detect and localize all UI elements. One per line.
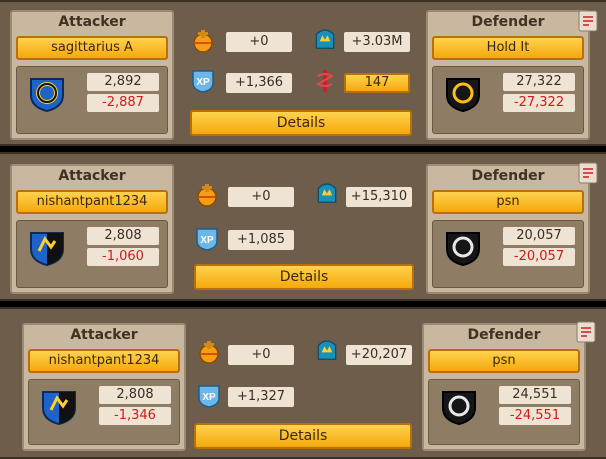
svg-text:XP: XP bbox=[202, 392, 216, 403]
attacker-crest-icon bbox=[30, 232, 64, 267]
defender-loss: -24,551 bbox=[499, 407, 571, 425]
attacker-loss: -1,346 bbox=[99, 407, 171, 425]
orb-value: +0 bbox=[228, 187, 294, 207]
xp-value: +1,366 bbox=[226, 73, 292, 93]
might-icon bbox=[315, 29, 335, 49]
details-button[interactable]: Details bbox=[194, 264, 414, 290]
attacker-score: 2,808 bbox=[99, 386, 171, 404]
medic-icon bbox=[315, 70, 335, 92]
attacker-name-button[interactable]: nishantpant1234 bbox=[16, 190, 168, 214]
defender-loss: -27,322 bbox=[503, 94, 575, 112]
might-icon bbox=[317, 340, 337, 360]
xp-value: +1,327 bbox=[228, 387, 294, 407]
defender-name-button[interactable]: psn bbox=[428, 349, 580, 373]
orb-icon bbox=[199, 341, 219, 364]
attacker-title: Attacker bbox=[58, 14, 126, 30]
attacker-panel: Attacker sagittarius A 2,892 -2,887 bbox=[10, 10, 174, 140]
details-button[interactable]: Details bbox=[190, 110, 412, 136]
scroll-icon[interactable] bbox=[576, 8, 600, 34]
orb-icon bbox=[197, 184, 217, 207]
defender-panel: Defender Hold It 27,322 -27,322 bbox=[426, 10, 590, 140]
defender-crest-icon bbox=[442, 391, 476, 426]
attacker-title: Attacker bbox=[70, 327, 138, 343]
attacker-crest-icon bbox=[42, 391, 76, 426]
orb-value: +0 bbox=[226, 32, 292, 52]
defender-panel: Defender psn 24,551 -24,551 bbox=[422, 323, 586, 451]
attacker-loss: -2,887 bbox=[87, 94, 159, 112]
attacker-stats: 2,892 -2,887 bbox=[16, 66, 168, 134]
defender-score: 24,551 bbox=[499, 386, 571, 404]
attacker-crest-icon bbox=[30, 78, 64, 113]
attacker-name-button[interactable]: sagittarius A bbox=[16, 36, 168, 60]
scroll-icon[interactable] bbox=[576, 160, 600, 186]
defender-stats: 27,322 -27,322 bbox=[432, 66, 584, 134]
battle-report-2: Attacker nishantpant1234 2,808 -1,060 +0… bbox=[0, 152, 606, 301]
attacker-stats: 2,808 -1,346 bbox=[28, 379, 180, 445]
svg-text:XP: XP bbox=[196, 77, 210, 88]
attacker-panel: Attacker nishantpant1234 2,808 -1,060 bbox=[10, 164, 174, 294]
orb-icon bbox=[193, 30, 213, 53]
xp-icon: XP bbox=[198, 385, 220, 408]
defender-title: Defender bbox=[471, 14, 545, 30]
attacker-score: 2,808 bbox=[87, 227, 159, 245]
attacker-stats: 2,808 -1,060 bbox=[16, 220, 168, 288]
medic-value: 147 bbox=[344, 73, 410, 93]
scroll-icon[interactable] bbox=[574, 319, 598, 345]
might-value: +3.03M bbox=[344, 32, 410, 52]
defender-loss: -20,057 bbox=[503, 248, 575, 266]
defender-stats: 24,551 -24,551 bbox=[428, 379, 580, 445]
battle-report-1: Attacker sagittarius A 2,892 -2,887 +0 +… bbox=[0, 0, 606, 146]
xp-icon: XP bbox=[196, 228, 218, 251]
defender-score: 20,057 bbox=[503, 227, 575, 245]
attacker-score: 2,892 bbox=[87, 73, 159, 91]
might-value: +15,310 bbox=[346, 187, 412, 207]
defender-title: Defender bbox=[471, 168, 545, 184]
defender-name-button[interactable]: Hold It bbox=[432, 36, 584, 60]
attacker-panel: Attacker nishantpant1234 2,808 -1,346 bbox=[22, 323, 186, 451]
defender-crest-icon bbox=[446, 232, 480, 267]
svg-text:XP: XP bbox=[200, 235, 214, 246]
xp-value: +1,085 bbox=[228, 230, 294, 250]
might-value: +20,207 bbox=[346, 345, 412, 365]
defender-score: 27,322 bbox=[503, 73, 575, 91]
xp-icon: XP bbox=[192, 70, 214, 93]
defender-title: Defender bbox=[467, 327, 541, 343]
defender-panel: Defender psn 20,057 -20,057 bbox=[426, 164, 590, 294]
attacker-name-button[interactable]: nishantpant1234 bbox=[28, 349, 180, 373]
details-button[interactable]: Details bbox=[194, 423, 412, 449]
orb-value: +0 bbox=[228, 345, 294, 365]
defender-crest-icon bbox=[446, 78, 480, 113]
defender-stats: 20,057 -20,057 bbox=[432, 220, 584, 288]
battle-report-3: Attacker nishantpant1234 2,808 -1,346 +0… bbox=[0, 307, 606, 459]
might-icon bbox=[317, 183, 337, 203]
attacker-loss: -1,060 bbox=[87, 248, 159, 266]
defender-name-button[interactable]: psn bbox=[432, 190, 584, 214]
attacker-title: Attacker bbox=[58, 168, 126, 184]
